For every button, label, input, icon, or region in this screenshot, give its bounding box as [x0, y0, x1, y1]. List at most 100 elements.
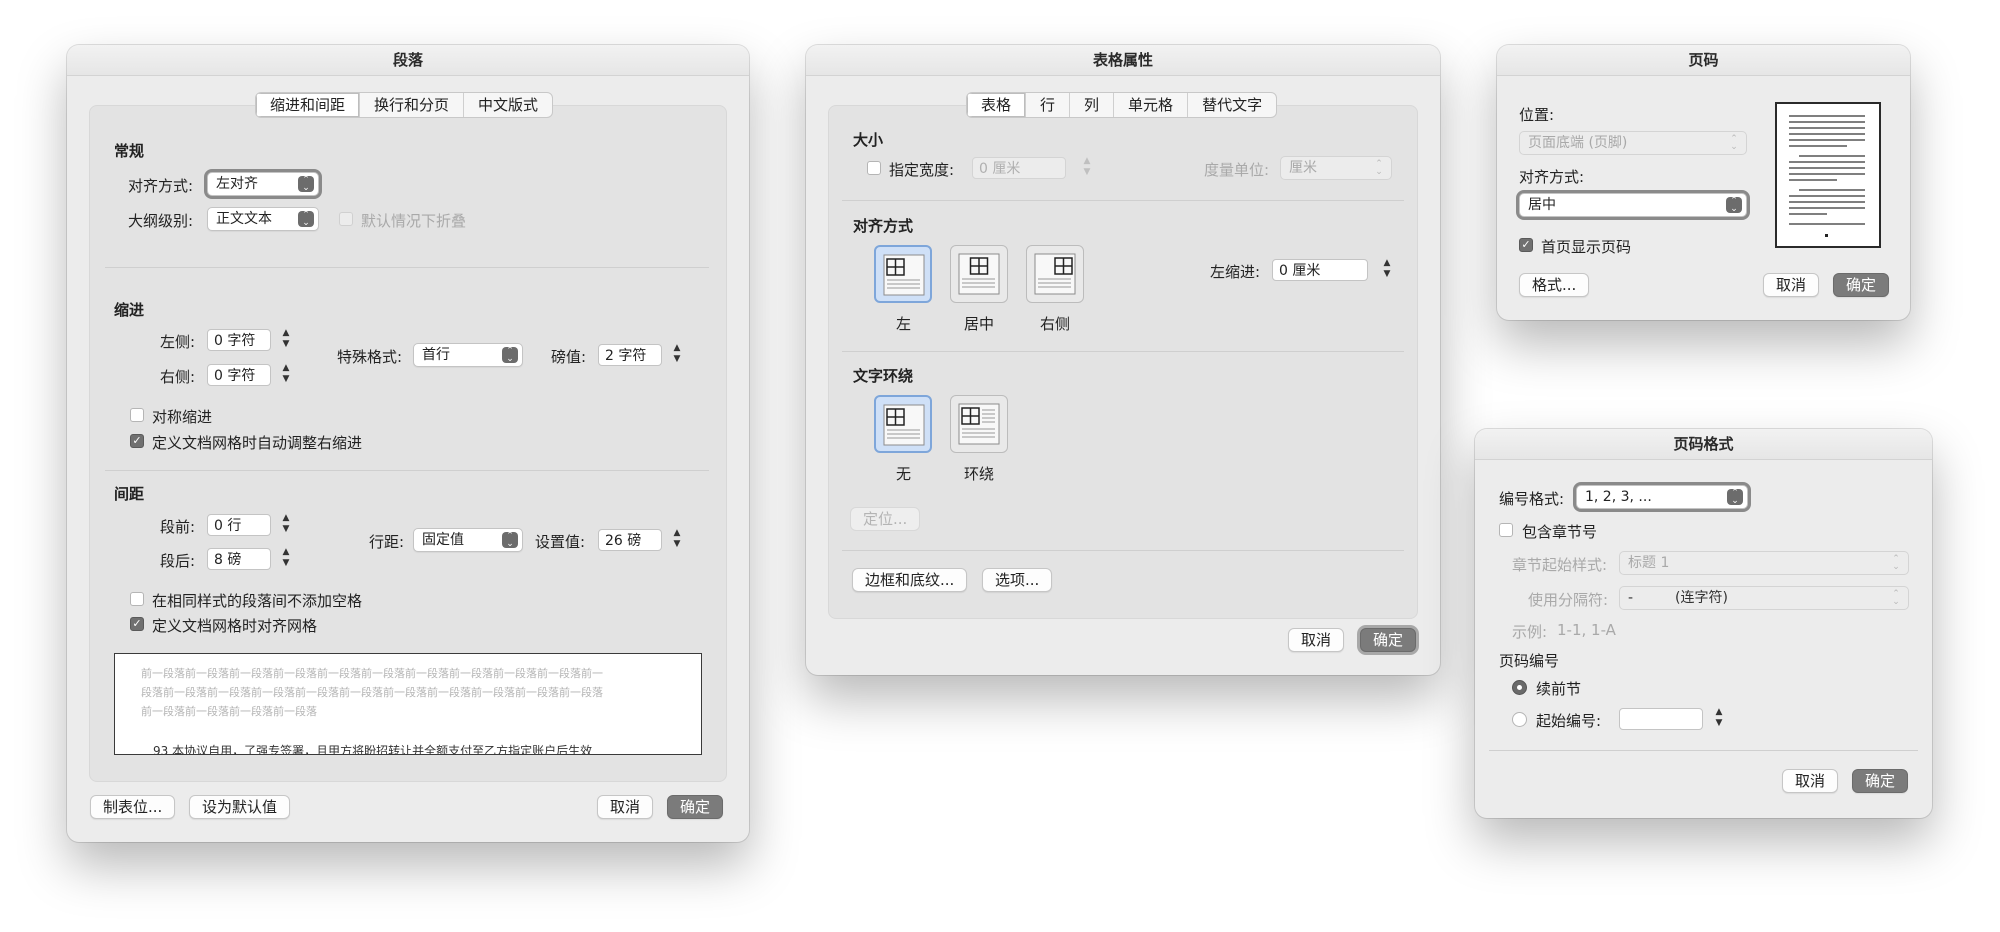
divider: [1489, 750, 1918, 751]
position-value: 页面底端 (页脚): [1528, 135, 1628, 151]
paragraph-dialog: 段落 缩进和间距 换行和分页 中文版式 常规 对齐方式: 左对齐 ⌃ ⌄ 大纲级别…: [67, 45, 749, 842]
include-chapter-checkbox[interactable]: [1499, 523, 1513, 537]
at-label: 设置值:: [535, 533, 586, 551]
line-spacing-select[interactable]: 固定值 ⌃ ⌄: [413, 528, 523, 552]
ok-button[interactable]: 确定: [1852, 769, 1909, 793]
divider: [842, 351, 1404, 352]
special-select[interactable]: 首行 ⌃ ⌄: [413, 343, 523, 367]
first-page-label: 首页显示页码: [1541, 238, 1632, 256]
preview-line: 93 本协议自用，了强专签署，且甲方将盼招转让并全额支付至乙方指定账户后生效: [141, 744, 593, 755]
spacing-after-input[interactable]: 8 磅: [207, 548, 271, 570]
format-button[interactable]: 格式...: [1519, 273, 1590, 297]
continue-label: 续前节: [1536, 680, 1582, 698]
tabs-button[interactable]: 制表位...: [90, 795, 176, 819]
at-stepper[interactable]: ▲ ▼: [670, 528, 684, 552]
continue-radio[interactable]: [1512, 680, 1527, 695]
ok-button[interactable]: 确定: [1360, 628, 1417, 652]
by-stepper[interactable]: ▲ ▼: [670, 343, 684, 367]
alignment-value: 左对齐: [216, 176, 258, 192]
preferred-width-stepper[interactable]: ▲ ▼: [1080, 156, 1094, 180]
measure-in-select[interactable]: 厘米 ⌃ ⌄: [1280, 156, 1392, 180]
preferred-width-input[interactable]: 0 厘米: [972, 157, 1066, 179]
table-right-icon: [1034, 253, 1076, 295]
paragraph-dialog-title: 段落: [67, 45, 749, 76]
spacing-before-input[interactable]: 0 行: [207, 514, 271, 536]
mirror-indents-label: 对称缩进: [152, 408, 213, 426]
table-properties-title: 表格属性: [806, 45, 1440, 76]
chapter-style-select[interactable]: 标题 1 ⌃ ⌄: [1619, 551, 1909, 575]
indent-right-stepper[interactable]: ▲ ▼: [279, 363, 293, 387]
page-alignment-select[interactable]: 居中 ⌃ ⌄: [1519, 193, 1747, 217]
chevron-updown-icon: ⌃ ⌄: [298, 176, 314, 193]
wrap-around-tile[interactable]: [950, 395, 1008, 453]
number-format-select[interactable]: 1, 2, 3, ... ⌃ ⌄: [1576, 485, 1748, 509]
cancel-button[interactable]: 取消: [1782, 769, 1839, 793]
paragraph-tabs: 缩进和间距 换行和分页 中文版式: [255, 92, 554, 118]
auto-adjust-checkbox[interactable]: ✓: [130, 434, 144, 448]
mirror-indents-checkbox[interactable]: [130, 408, 144, 422]
indent-left-stepper[interactable]: ▲ ▼: [279, 328, 293, 352]
snap-grid-checkbox[interactable]: ✓: [130, 617, 144, 631]
separator-label: 使用分隔符:: [1528, 591, 1609, 609]
alignment-select[interactable]: 左对齐 ⌃ ⌄: [207, 172, 319, 196]
wrap-none-label: 无: [896, 465, 912, 483]
align-left-tile[interactable]: [874, 245, 932, 303]
no-space-label: 在相同样式的段落间不添加空格: [152, 592, 363, 610]
chevron-updown-icon: ⌃ ⌄: [1375, 159, 1383, 177]
borders-shading-button[interactable]: 边框和底纹...: [852, 568, 968, 592]
tab-row[interactable]: 行: [1026, 93, 1071, 117]
set-default-button[interactable]: 设为默认值: [189, 795, 291, 819]
measure-in-value: 厘米: [1289, 160, 1317, 176]
start-at-stepper[interactable]: ▲ ▼: [1712, 707, 1726, 731]
align-right-tile[interactable]: [1026, 245, 1084, 303]
tab-column[interactable]: 列: [1070, 93, 1115, 117]
table-properties-dialog: 表格属性 表格 行 列 单元格 替代文字 大小 指定宽度: 0 厘米 ▲ ▼ 度量…: [806, 45, 1440, 675]
divider: [842, 200, 1404, 201]
indent-from-left-input[interactable]: 0 厘米: [1272, 259, 1368, 281]
preview-line: 前一段落前一段落前一段落前一段落前一段落前一段落前一段落前一段落前一段落前一段落…: [141, 667, 603, 680]
start-at-radio[interactable]: [1512, 712, 1527, 727]
cancel-button[interactable]: 取消: [1288, 628, 1345, 652]
cancel-button[interactable]: 取消: [597, 795, 654, 819]
collapse-default-checkbox[interactable]: [339, 212, 353, 226]
size-header: 大小: [853, 131, 884, 149]
measure-in-label: 度量单位:: [1204, 161, 1270, 179]
tab-alt-text[interactable]: 替代文字: [1188, 93, 1276, 117]
tab-line-page-breaks[interactable]: 换行和分页: [360, 93, 465, 117]
align-center-tile[interactable]: [950, 245, 1008, 303]
wrap-around-label: 环绕: [964, 465, 995, 483]
position-label: 位置:: [1519, 106, 1555, 124]
position-select[interactable]: 页面底端 (页脚) ⌃ ⌄: [1519, 131, 1747, 155]
start-at-input[interactable]: [1619, 708, 1703, 730]
tab-asian-typography[interactable]: 中文版式: [464, 93, 552, 117]
spacing-before-stepper[interactable]: ▲ ▼: [279, 513, 293, 537]
first-page-checkbox[interactable]: ✓: [1519, 238, 1533, 252]
auto-adjust-label: 定义文档网格时自动调整右缩进: [152, 434, 363, 452]
indent-left-input[interactable]: 0 字符: [207, 329, 271, 351]
tab-cell[interactable]: 单元格: [1114, 93, 1189, 117]
separator-select[interactable]: - (连字符) ⌃ ⌄: [1619, 586, 1909, 610]
no-space-checkbox[interactable]: [130, 592, 144, 606]
by-input[interactable]: 2 字符: [598, 344, 662, 366]
ok-button[interactable]: 确定: [667, 795, 724, 819]
indent-from-left-stepper[interactable]: ▲ ▼: [1380, 258, 1394, 282]
indent-right-input[interactable]: 0 字符: [207, 364, 271, 386]
align-left-label: 左: [896, 315, 912, 333]
outline-level-label: 大纲级别:: [128, 212, 194, 230]
tab-table[interactable]: 表格: [967, 93, 1027, 117]
spacing-after-stepper[interactable]: ▲ ▼: [279, 547, 293, 571]
number-format-label: 编号格式:: [1499, 490, 1565, 508]
cancel-button[interactable]: 取消: [1763, 273, 1820, 297]
page-numbers-title: 页码: [1497, 45, 1910, 76]
preferred-width-checkbox[interactable]: [867, 161, 881, 175]
positioning-button[interactable]: 定位...: [850, 507, 921, 531]
alignment-header: 对齐方式: [853, 217, 914, 235]
chevron-updown-icon: ⌃ ⌄: [1730, 134, 1738, 152]
options-button[interactable]: 选项...: [982, 568, 1053, 592]
outline-level-select[interactable]: 正文文本 ⌃ ⌄: [207, 207, 319, 231]
tab-indents-spacing[interactable]: 缩进和间距: [256, 93, 361, 117]
at-input[interactable]: 26 磅: [598, 529, 662, 551]
divider: [842, 550, 1404, 551]
ok-button[interactable]: 确定: [1833, 273, 1890, 297]
wrap-none-tile[interactable]: [874, 395, 932, 453]
